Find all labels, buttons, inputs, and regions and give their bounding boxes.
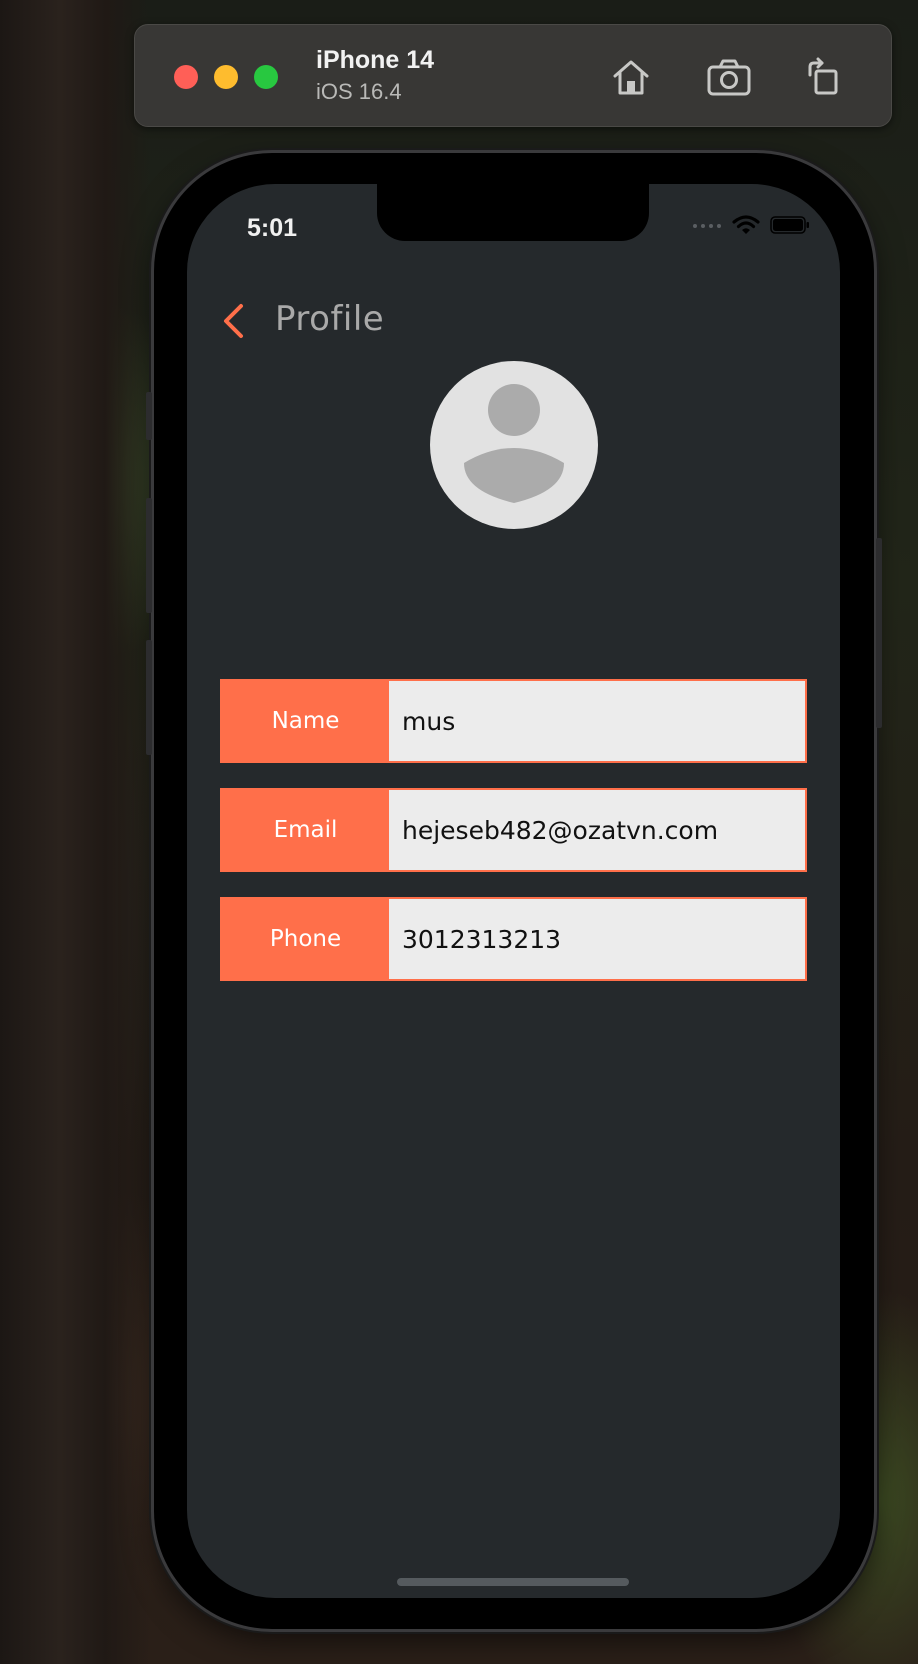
rotate-icon bbox=[808, 57, 838, 95]
email-field[interactable]: hejeseb482@ozatvn.com bbox=[389, 790, 805, 870]
status-icons bbox=[692, 214, 810, 236]
home-icon bbox=[613, 60, 649, 95]
zoom-window-button[interactable] bbox=[254, 65, 278, 89]
name-row: Name mus bbox=[220, 679, 807, 763]
notch bbox=[377, 184, 649, 241]
chevron-left-icon bbox=[224, 304, 243, 338]
home-button[interactable] bbox=[605, 51, 657, 103]
wallpaper-tree-trunk bbox=[0, 0, 150, 1664]
os-version: iOS 16.4 bbox=[316, 79, 402, 104]
name-field[interactable]: mus bbox=[389, 681, 805, 761]
app-screen: 5:01 Profile Name mus Email hejeseb482@o… bbox=[187, 184, 840, 1598]
back-button[interactable] bbox=[217, 300, 249, 342]
power-button bbox=[876, 538, 882, 728]
simulator-toolbar: iPhone 14 iOS 16.4 bbox=[134, 24, 892, 127]
phone-row: Phone 3012313213 bbox=[220, 897, 807, 981]
volume-up-button bbox=[146, 498, 152, 613]
signal-icon bbox=[693, 224, 721, 228]
phone-label: Phone bbox=[222, 899, 389, 979]
avatar[interactable] bbox=[430, 361, 598, 529]
camera-icon bbox=[707, 59, 751, 96]
email-row: Email hejeseb482@ozatvn.com bbox=[220, 788, 807, 872]
wifi-icon bbox=[732, 215, 760, 234]
phone-field[interactable]: 3012313213 bbox=[389, 899, 805, 979]
status-time: 5:01 bbox=[247, 214, 298, 242]
minimize-window-button[interactable] bbox=[214, 65, 238, 89]
email-label: Email bbox=[222, 790, 389, 870]
volume-down-button bbox=[146, 640, 152, 755]
page-title: Profile bbox=[275, 299, 385, 339]
home-indicator[interactable] bbox=[397, 1578, 629, 1586]
close-window-button[interactable] bbox=[174, 65, 198, 89]
name-label: Name bbox=[222, 681, 389, 761]
rotate-button[interactable] bbox=[797, 51, 849, 103]
battery-icon bbox=[770, 216, 809, 234]
user-placeholder-icon bbox=[464, 384, 564, 503]
screenshot-button[interactable] bbox=[703, 51, 755, 103]
silent-switch bbox=[146, 392, 152, 440]
device-name: iPhone 14 bbox=[316, 46, 435, 74]
